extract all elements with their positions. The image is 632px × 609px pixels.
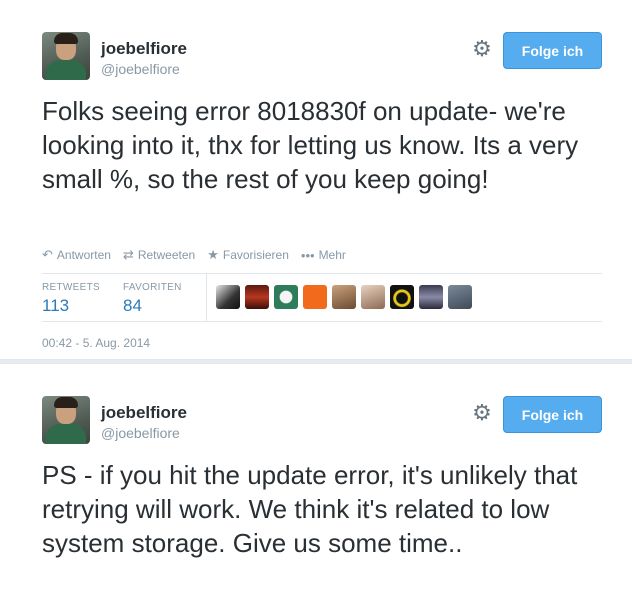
retweets-label: RETWEETS [42,282,100,293]
favorite-label: Favorisieren [222,248,289,262]
avatar[interactable] [42,32,90,80]
more-dots-icon: ••• [300,247,315,263]
avatar[interactable] [42,396,90,444]
favoriter-avatars [216,285,472,309]
star-icon: ★ [207,247,219,262]
follow-button[interactable]: Folge ich [503,32,602,69]
tweet-text: PS - if you hit the update error, it's u… [42,460,578,558]
avatar[interactable] [245,285,269,309]
divider [42,273,602,274]
avatar[interactable] [390,285,414,309]
retweet-icon: ⇄ [122,247,134,262]
divider [206,274,207,321]
avatar[interactable] [419,285,443,309]
follow-button[interactable]: Folge ich [503,396,602,433]
avatar[interactable] [216,285,240,309]
tweet-text: Folks seeing error 8018830f on update- w… [42,96,579,194]
avatar[interactable] [303,285,327,309]
divider [42,321,602,322]
avatar[interactable] [332,285,356,309]
retweet-label: Retweeten [137,248,196,262]
reply-label: Antworten [56,248,111,262]
avatar[interactable] [448,285,472,309]
retweet-action[interactable]: ⇄ Retweeten [123,247,195,263]
gear-icon[interactable]: ⚙ [471,38,493,60]
display-name[interactable]: joebelfiore [101,403,187,423]
screen-name[interactable]: @joebelfiore [101,425,180,441]
display-name[interactable]: joebelfiore [101,39,187,59]
screen-name[interactable]: @joebelfiore [101,61,180,77]
reply-icon: ↶ [42,247,53,262]
tweet-card: joebelfiore @joebelfiore ⚙ Folge ich PS … [0,363,632,609]
avatar[interactable] [361,285,385,309]
more-label: Mehr [318,248,346,262]
gear-icon[interactable]: ⚙ [471,402,493,424]
favorites-label: FAVORITEN [123,282,182,293]
reply-action[interactable]: ↶ Antworten [42,247,111,263]
tweet-actions: ↶ Antworten ⇄ Retweeten ★ Favorisieren •… [42,247,346,263]
favorite-action[interactable]: ★ Favorisieren [207,247,289,263]
retweets-count[interactable]: 113 [42,296,69,316]
avatar[interactable] [274,285,298,309]
favorites-count[interactable]: 84 [123,296,142,316]
tweet-timestamp[interactable]: 00:42 - 5. Aug. 2014 [42,336,150,350]
tweet-card: joebelfiore @joebelfiore ⚙ Folge ich Fol… [0,0,632,360]
more-action[interactable]: ••• Mehr [301,247,346,263]
